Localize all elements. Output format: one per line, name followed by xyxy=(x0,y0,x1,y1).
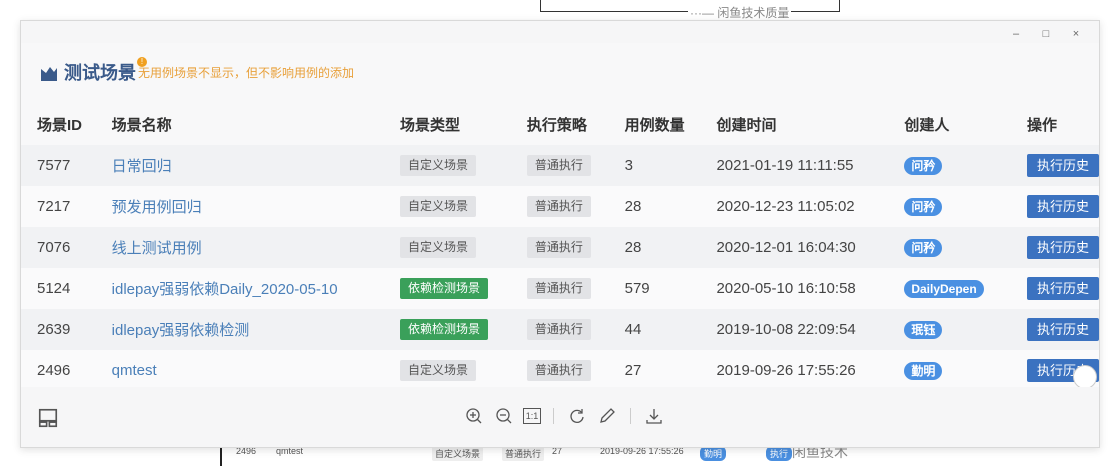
created-time: 2020-12-01 16:04:30 xyxy=(716,227,905,268)
scene-type-tag: 自定义场景 xyxy=(400,155,477,176)
bg-row-op: 执行 xyxy=(766,446,793,461)
actual-size-label: 1:1 xyxy=(525,411,539,421)
scene-id: 7076 xyxy=(21,227,112,268)
strategy-tag: 普通执行 xyxy=(526,319,591,340)
chart-icon xyxy=(41,67,57,81)
table-header-row: 场景ID 场景名称 场景类型 执行策略 用例数量 创建时间 创建人 操作 xyxy=(21,103,1099,145)
scene-table: 场景ID 场景名称 场景类型 执行策略 用例数量 创建时间 创建人 操作 757… xyxy=(21,103,1099,387)
creator-badge: 珉钰 xyxy=(904,320,943,339)
creator-badge: 问矜 xyxy=(904,238,943,257)
scene-type-tag: 依赖检测场景 xyxy=(400,319,489,340)
page-title: 测试场景 xyxy=(64,63,136,83)
zoom-out-icon[interactable] xyxy=(493,405,515,427)
scene-name-link[interactable]: 线上测试用例 xyxy=(112,240,202,257)
created-time: 2021-01-19 11:11:55 xyxy=(716,145,905,186)
toolbar-divider xyxy=(630,408,631,424)
scene-name-link[interactable]: qmtest xyxy=(112,362,157,379)
table-row: 2496 qmtest 自定义场景 普通执行 27 2019-09-26 17:… xyxy=(21,350,1099,387)
page-header: 测试场景 ! 无用例场景不显示，但不影响用例的添加 xyxy=(39,47,354,87)
column-header[interactable]: 执行策略 xyxy=(526,103,625,145)
case-count: 579 xyxy=(624,268,717,309)
strategy-tag: 普通执行 xyxy=(526,196,591,217)
download-icon[interactable] xyxy=(643,405,665,427)
created-time: 2019-09-26 17:55:26 xyxy=(716,350,905,387)
scene-id: 5124 xyxy=(21,268,112,309)
scene-id: 2639 xyxy=(21,309,112,350)
minimize-button[interactable]: – xyxy=(1003,25,1029,43)
creator-badge: 问矜 xyxy=(904,197,943,216)
scene-id: 7217 xyxy=(21,186,112,227)
case-count: 3 xyxy=(624,145,717,186)
toolbar-divider xyxy=(553,408,554,424)
creator-badge: 勤明 xyxy=(904,361,943,380)
column-header[interactable]: 用例数量 xyxy=(624,103,717,145)
scene-name-link[interactable]: idlepay强弱依赖Daily_2020-05-10 xyxy=(112,281,338,298)
creator-badge: 问矜 xyxy=(904,156,943,175)
bg-row-type: 自定义场景 xyxy=(432,446,484,461)
window-controls: – □ × xyxy=(1003,25,1089,43)
image-viewer-window: – □ × 测试场景 ! 无用例场景不显示，但不影响用例的添加 场景ID 场景名… xyxy=(20,20,1100,448)
execution-history-button[interactable]: 执行历史 xyxy=(1026,154,1099,177)
table-row: 7217 预发用例回归 自定义场景 普通执行 28 2020-12-23 11:… xyxy=(21,186,1099,227)
scene-id: 7577 xyxy=(21,145,112,186)
scroll-handle[interactable] xyxy=(1073,365,1097,387)
case-count: 27 xyxy=(624,350,717,387)
column-header: 操作 xyxy=(1026,103,1099,145)
case-count: 28 xyxy=(624,227,717,268)
header-note: 无用例场景不显示，但不影响用例的添加 xyxy=(138,66,355,80)
scene-type-tag: 自定义场景 xyxy=(400,196,477,217)
scene-name-link[interactable]: 预发用例回归 xyxy=(112,199,202,216)
case-count: 28 xyxy=(624,186,717,227)
created-time: 2020-12-23 11:05:02 xyxy=(716,186,905,227)
column-header[interactable]: 场景ID xyxy=(21,103,112,145)
background-watermark: ···— 闲鱼技术质量 xyxy=(688,4,792,21)
scene-type-tag: 自定义场景 xyxy=(400,360,477,381)
info-icon: ! xyxy=(137,57,147,67)
close-button[interactable]: × xyxy=(1063,25,1089,43)
image-content: 测试场景 ! 无用例场景不显示，但不影响用例的添加 场景ID 场景名称 场景类型… xyxy=(21,43,1099,387)
bg-row-creator: 勤明 xyxy=(700,446,727,461)
scene-id: 2496 xyxy=(21,350,112,387)
rotate-icon[interactable] xyxy=(566,405,588,427)
case-count: 44 xyxy=(624,309,717,350)
table-row: 5124 idlepay强弱依赖Daily_2020-05-10 依赖检测场景 … xyxy=(21,268,1099,309)
edit-pencil-icon[interactable] xyxy=(596,405,618,427)
scene-name-link[interactable]: idlepay强弱依赖检测 xyxy=(112,322,250,339)
column-header[interactable]: 创建人 xyxy=(904,103,1027,145)
scene-type-tag: 自定义场景 xyxy=(400,237,477,258)
table-row: 2639 idlepay强弱依赖检测 依赖检测场景 普通执行 44 2019-1… xyxy=(21,309,1099,350)
viewer-toolbar: 1:1 xyxy=(21,387,1099,447)
maximize-button[interactable]: □ xyxy=(1033,25,1059,43)
column-header[interactable]: 场景名称 xyxy=(111,103,401,145)
execution-history-button[interactable]: 执行历史 xyxy=(1026,195,1099,218)
created-time: 2019-10-08 22:09:54 xyxy=(716,309,905,350)
strategy-tag: 普通执行 xyxy=(526,237,591,258)
zoom-in-icon[interactable] xyxy=(463,405,485,427)
bg-row-strategy: 普通执行 xyxy=(502,446,545,461)
creator-badge: DailyDepen xyxy=(904,279,984,298)
execution-history-button[interactable]: 执行历史 xyxy=(1026,236,1099,259)
actual-size-button[interactable]: 1:1 xyxy=(523,408,541,424)
column-header[interactable]: 创建时间 xyxy=(716,103,905,145)
strategy-tag: 普通执行 xyxy=(526,155,591,176)
execution-history-button[interactable]: 执行历史 xyxy=(1026,318,1099,341)
table-row: 7076 线上测试用例 自定义场景 普通执行 28 2020-12-01 16:… xyxy=(21,227,1099,268)
scene-type-tag: 依赖检测场景 xyxy=(400,278,489,299)
execution-history-button[interactable]: 执行历史 xyxy=(1026,277,1099,300)
column-header[interactable]: 场景类型 xyxy=(400,103,527,145)
thumbnail-icon[interactable] xyxy=(37,407,59,429)
strategy-tag: 普通执行 xyxy=(526,278,591,299)
table-row: 7577 日常回归 自定义场景 普通执行 3 2021-01-19 11:11:… xyxy=(21,145,1099,186)
strategy-tag: 普通执行 xyxy=(526,360,591,381)
scene-name-link[interactable]: 日常回归 xyxy=(112,158,172,175)
created-time: 2020-05-10 16:10:58 xyxy=(716,268,905,309)
